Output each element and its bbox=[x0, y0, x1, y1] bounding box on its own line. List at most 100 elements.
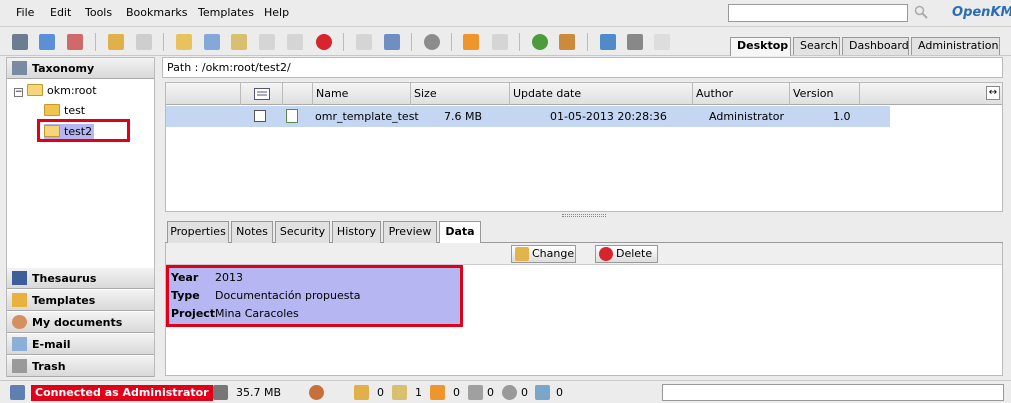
refresh-icon[interactable] bbox=[532, 34, 548, 50]
col-version[interactable]: Version bbox=[790, 83, 860, 105]
trash-header[interactable]: Trash bbox=[7, 356, 154, 377]
horizontal-splitter[interactable] bbox=[165, 212, 1003, 219]
table-row[interactable]: omr_template_test 7.6 MB 01-05-2013 20:2… bbox=[166, 106, 890, 127]
checked-out-icon[interactable] bbox=[392, 385, 407, 400]
delete-icon[interactable] bbox=[316, 34, 332, 50]
connection-icon bbox=[10, 385, 25, 400]
tab-administration[interactable]: Administration bbox=[911, 37, 1000, 55]
add-property-group-icon[interactable] bbox=[356, 34, 372, 50]
user-icon bbox=[12, 315, 27, 329]
tab-history[interactable]: History bbox=[332, 221, 381, 243]
property-value: Mina Caracoles bbox=[215, 307, 299, 320]
locked-count: 0 bbox=[377, 386, 384, 399]
edit-icon[interactable] bbox=[231, 34, 247, 50]
folder-icon bbox=[44, 104, 60, 116]
locked-docs-icon[interactable] bbox=[354, 385, 369, 400]
add-subscription-icon[interactable] bbox=[463, 34, 479, 50]
document-icon bbox=[286, 109, 298, 123]
cell-author: Administrator bbox=[709, 110, 784, 123]
taxonomy-label: Taxonomy bbox=[32, 62, 95, 75]
workflow-count: 0 bbox=[521, 386, 528, 399]
user-icon[interactable] bbox=[309, 385, 324, 400]
menu-help[interactable]: Help bbox=[264, 6, 289, 19]
add-document-icon[interactable] bbox=[39, 34, 55, 50]
tag-count: 0 bbox=[556, 386, 563, 399]
menu-file[interactable]: File bbox=[16, 6, 34, 19]
delete-button[interactable]: Delete bbox=[595, 245, 658, 263]
col-author[interactable]: Author bbox=[693, 83, 790, 105]
tag-icon[interactable] bbox=[535, 385, 550, 400]
uploader-icon[interactable] bbox=[627, 34, 643, 50]
col-update-date[interactable]: Update date bbox=[510, 83, 693, 105]
workflow-icon[interactable] bbox=[502, 385, 517, 400]
col-size[interactable]: Size bbox=[411, 83, 510, 105]
menu-bookmarks[interactable]: Bookmarks bbox=[126, 6, 187, 19]
menu-edit[interactable]: Edit bbox=[50, 6, 71, 19]
checkin-icon[interactable] bbox=[259, 34, 275, 50]
property-value: 2013 bbox=[215, 271, 243, 284]
workflow-icon[interactable] bbox=[424, 34, 440, 50]
vertical-splitter[interactable] bbox=[156, 57, 162, 377]
tab-properties[interactable]: Properties bbox=[167, 221, 229, 243]
storage-icon bbox=[213, 385, 228, 400]
attachment-icon[interactable] bbox=[468, 385, 483, 400]
menu-tools[interactable]: Tools bbox=[85, 6, 112, 19]
quick-search-input[interactable] bbox=[728, 4, 908, 22]
taxonomy-header[interactable]: Taxonomy bbox=[7, 58, 154, 79]
more-icon[interactable] bbox=[654, 34, 670, 50]
search-icon[interactable] bbox=[914, 5, 928, 19]
row-checkbox[interactable] bbox=[254, 110, 266, 122]
tree-root[interactable]: − okm:root bbox=[14, 83, 97, 98]
email-header[interactable]: E-mail bbox=[7, 334, 154, 355]
add-file-icon[interactable] bbox=[204, 34, 220, 50]
list-icon[interactable] bbox=[254, 88, 270, 100]
collapse-icon[interactable]: − bbox=[14, 88, 23, 97]
cancel-checkout-icon[interactable] bbox=[287, 34, 303, 50]
tab-notes[interactable]: Notes bbox=[231, 221, 273, 243]
tree-node-label: test bbox=[64, 104, 86, 117]
property-key: Project bbox=[171, 307, 216, 320]
my-documents-label: My documents bbox=[32, 316, 123, 329]
file-browser-table: Name Size Update date Author Version ↔ o… bbox=[165, 82, 1003, 212]
tab-desktop[interactable]: Desktop bbox=[730, 37, 791, 56]
lock-icon[interactable] bbox=[108, 34, 124, 50]
new-folder-icon[interactable] bbox=[176, 34, 192, 50]
thesaurus-header[interactable]: Thesaurus bbox=[7, 268, 154, 289]
trash-label: Trash bbox=[32, 360, 66, 373]
tree-icon[interactable] bbox=[12, 34, 28, 50]
templates-label: Templates bbox=[32, 294, 96, 307]
property-value: Documentación propuesta bbox=[215, 289, 361, 302]
highlight-test2 bbox=[37, 119, 130, 142]
remove-subscription-icon[interactable] bbox=[492, 34, 508, 50]
cell-version: 1.0 bbox=[833, 110, 851, 123]
tab-search[interactable]: Search bbox=[793, 37, 840, 55]
connection-status: Connected as Administrator bbox=[31, 385, 213, 401]
tab-preview[interactable]: Preview bbox=[383, 221, 437, 243]
tab-data[interactable]: Data bbox=[439, 221, 481, 244]
column-resize-icon[interactable]: ↔ bbox=[986, 86, 1000, 100]
property-key: Type bbox=[171, 289, 200, 302]
add-folder-icon[interactable] bbox=[67, 34, 83, 50]
unlock-icon[interactable] bbox=[136, 34, 152, 50]
change-button[interactable]: Change bbox=[511, 245, 576, 263]
templates-header[interactable]: Templates bbox=[7, 290, 154, 311]
tab-dashboard[interactable]: Dashboard bbox=[842, 37, 909, 55]
menu-templates[interactable]: Templates bbox=[198, 6, 254, 19]
tab-security[interactable]: Security bbox=[275, 221, 330, 243]
navigator-panel: Taxonomy − okm:root test test2 Thesaurus … bbox=[6, 57, 155, 377]
storage-size: 35.7 MB bbox=[236, 386, 282, 399]
col-select[interactable] bbox=[241, 83, 283, 105]
cell-name[interactable]: omr_template_test bbox=[315, 106, 419, 127]
scanner-icon[interactable] bbox=[600, 34, 616, 50]
property-key: Year bbox=[171, 271, 199, 284]
toolbar-separator bbox=[519, 33, 520, 51]
delete-icon bbox=[599, 247, 613, 261]
remove-property-group-icon[interactable] bbox=[384, 34, 400, 50]
my-documents-header[interactable]: My documents bbox=[7, 312, 154, 333]
col-name[interactable]: Name bbox=[313, 83, 411, 105]
tree-node-test[interactable]: test bbox=[44, 103, 85, 118]
property-group: Year 2013 Type Documentación propuesta Pro… bbox=[166, 265, 463, 327]
taxonomy-icon bbox=[12, 61, 27, 75]
subscription-icon[interactable] bbox=[430, 385, 445, 400]
home-icon[interactable] bbox=[559, 34, 575, 50]
